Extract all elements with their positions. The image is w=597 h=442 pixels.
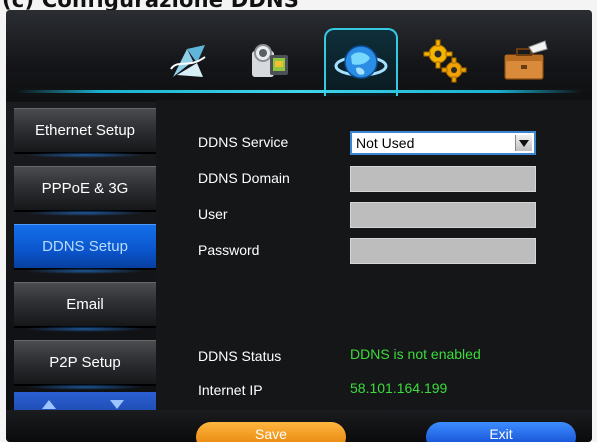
wizard-icon[interactable] — [164, 36, 214, 86]
chevron-down-icon[interactable] — [515, 135, 532, 151]
sidebar-item-label: DDNS Setup — [42, 238, 128, 255]
ddns-status-value: DDNS is not enabled — [350, 346, 481, 362]
save-button[interactable]: Save — [196, 422, 346, 442]
toolbar-accent-line — [16, 90, 582, 93]
network-globe-icon[interactable] — [324, 28, 398, 96]
password-label: Password — [198, 242, 260, 258]
toolbox-icon[interactable] — [500, 36, 550, 86]
password-field[interactable] — [350, 238, 536, 264]
internet-ip-label: Internet IP — [198, 382, 263, 398]
sidebar-item-email[interactable]: Email — [14, 282, 156, 332]
sidebar-item-p2p-setup[interactable]: P2P Setup — [14, 340, 156, 390]
sidebar-item-label: Ethernet Setup — [34, 122, 136, 139]
gears-icon[interactable] — [420, 36, 470, 86]
ddns-domain-label: DDNS Domain — [198, 170, 290, 186]
ddns-settings-panel: DDNS Service Not Used DDNS Domain User P… — [156, 100, 592, 410]
user-label: User — [198, 206, 228, 222]
sidebar-item-label: Email — [66, 296, 104, 313]
sidebar-item-label: PPPoE & 3G — [41, 180, 129, 197]
user-field[interactable] — [350, 202, 536, 228]
ddns-service-label: DDNS Service — [198, 134, 289, 150]
ddns-domain-field[interactable] — [350, 166, 536, 192]
scroll-down-arrow-icon[interactable] — [110, 400, 124, 409]
settings-sidebar: Ethernet Setup PPPoE & 3G DDNS Setup Ema… — [14, 100, 156, 442]
ddns-status-label: DDNS Status — [198, 348, 282, 364]
footer-bar: Save Exit — [6, 410, 592, 442]
ddns-config-window: x — [6, 10, 592, 442]
scroll-up-arrow-icon[interactable] — [42, 400, 56, 409]
sidebar-item-label: P2P Setup — [49, 354, 121, 371]
ddns-service-select[interactable]: Not Used — [350, 131, 536, 155]
sidebar-item-ethernet-setup[interactable]: Ethernet Setup — [14, 108, 156, 158]
camera-icon[interactable] — [244, 36, 294, 86]
sidebar-item-pppoe-3g[interactable]: PPPoE & 3G — [14, 166, 156, 216]
main-toolbar — [6, 10, 592, 102]
exit-button[interactable]: Exit — [426, 422, 576, 442]
internet-ip-value: 58.101.164.199 — [350, 380, 448, 396]
sidebar-item-ddns-setup[interactable]: DDNS Setup — [14, 224, 156, 274]
ddns-service-value: Not Used — [356, 135, 415, 151]
